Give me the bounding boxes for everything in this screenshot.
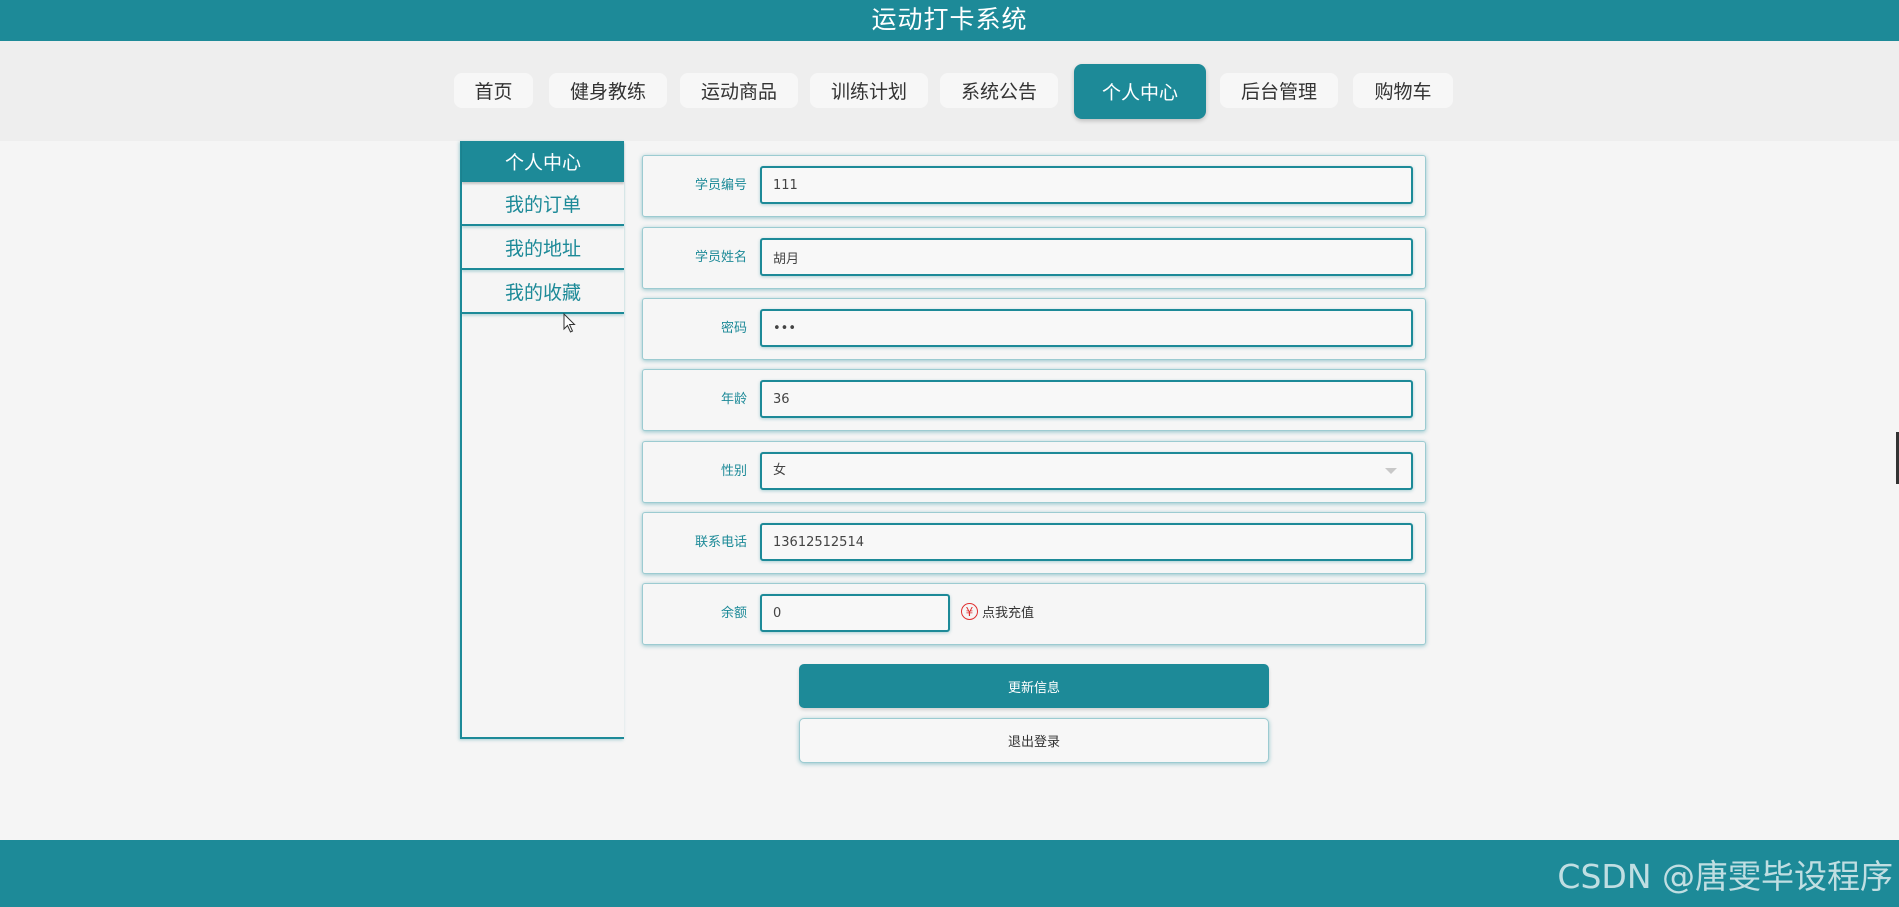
form-row-student-name: 学员姓名 (642, 227, 1426, 289)
nav-item-announcements[interactable]: 系统公告 (940, 73, 1058, 108)
form-row-balance: 余额 ¥ 点我充值 (642, 583, 1426, 645)
form-row-gender: 性别 女 (642, 441, 1426, 503)
top-header: 运动打卡系统 (0, 0, 1899, 41)
logout-button[interactable]: 退出登录 (799, 718, 1269, 763)
form-row-age: 年龄 (642, 369, 1426, 431)
nav-item-coaches[interactable]: 健身教练 (549, 73, 667, 108)
nav-item-personal-center[interactable]: 个人中心 (1074, 64, 1206, 119)
form-row-student-id: 学员编号 (642, 155, 1426, 217)
update-info-button[interactable]: 更新信息 (799, 664, 1269, 708)
nav-item-products[interactable]: 运动商品 (680, 73, 798, 108)
phone-input[interactable] (760, 523, 1413, 561)
form-row-password: 密码 (642, 298, 1426, 360)
gender-select[interactable]: 女 (760, 452, 1413, 490)
password-label: 密码 (720, 321, 747, 336)
student-name-label: 学员姓名 (694, 250, 747, 265)
student-name-input[interactable] (760, 238, 1413, 276)
recharge-link[interactable]: ¥ 点我充值 (961, 602, 1034, 621)
gender-selected-value: 女 (773, 463, 787, 478)
yen-icon: ¥ (961, 603, 978, 620)
sidebar-item-addresses[interactable]: 我的地址 (462, 226, 624, 270)
recharge-label: 点我充值 (982, 606, 1035, 621)
sidebar: 个人中心 我的订单 我的地址 我的收藏 (460, 141, 624, 739)
nav-item-training-plans[interactable]: 训练计划 (810, 73, 928, 108)
app-title: 运动打卡系统 (871, 4, 1028, 34)
nav-item-cart[interactable]: 购物车 (1353, 73, 1453, 108)
student-id-input[interactable] (760, 166, 1413, 204)
sidebar-item-favorites[interactable]: 我的收藏 (462, 270, 624, 314)
password-input[interactable] (760, 309, 1413, 347)
sidebar-item-orders[interactable]: 我的订单 (462, 182, 624, 226)
form-row-phone: 联系电话 (642, 512, 1426, 574)
sidebar-header: 个人中心 (462, 141, 624, 182)
mouse-cursor-icon (563, 313, 576, 333)
nav-item-home[interactable]: 首页 (454, 73, 533, 108)
age-input[interactable] (760, 380, 1413, 418)
nav-item-admin[interactable]: 后台管理 (1220, 73, 1338, 108)
chevron-down-icon (1385, 468, 1397, 474)
student-id-label: 学员编号 (694, 178, 747, 193)
watermark: CSDN @唐雯毕设程序 (1557, 857, 1893, 896)
age-label: 年龄 (720, 392, 747, 407)
phone-label: 联系电话 (694, 535, 747, 550)
balance-input[interactable] (760, 594, 950, 632)
balance-label: 余额 (720, 606, 747, 621)
gender-label: 性别 (720, 464, 747, 479)
